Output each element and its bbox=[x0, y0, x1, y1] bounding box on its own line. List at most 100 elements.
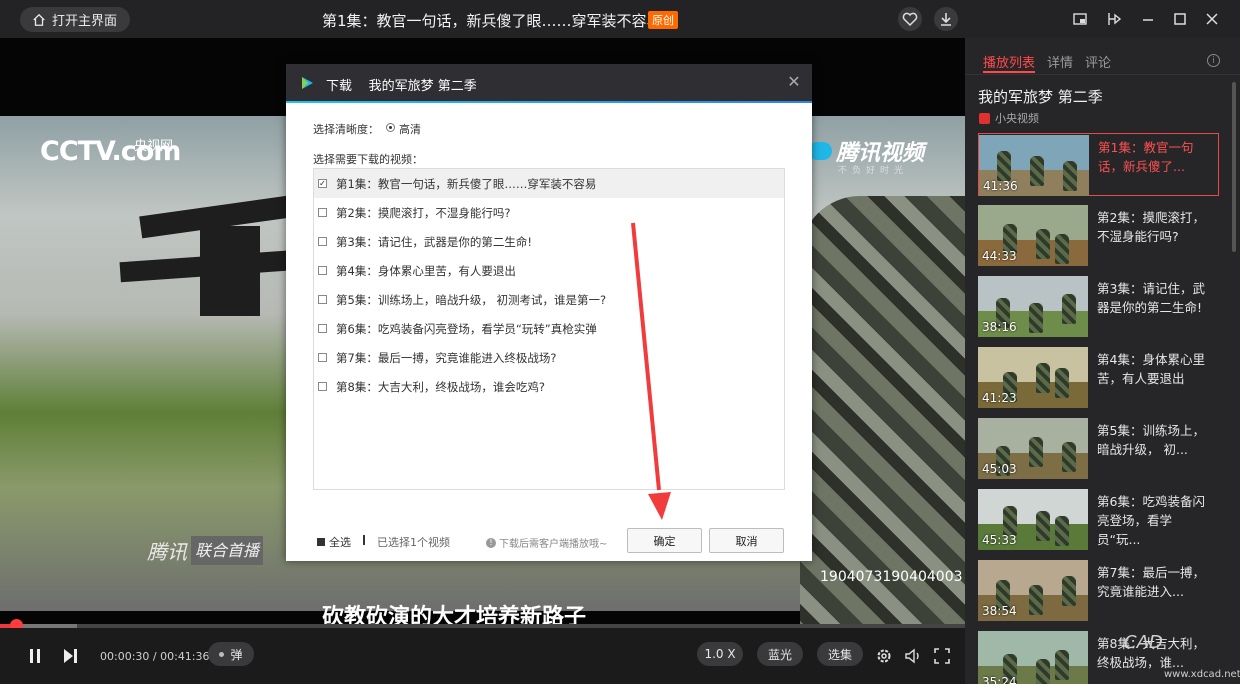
episode-thumbnail: 44:33 bbox=[978, 205, 1088, 266]
video-subtitle: 砍教砍演的大才培养新路子 bbox=[322, 605, 587, 625]
thumbnail-figure bbox=[1029, 585, 1043, 615]
checkbox-icon[interactable] bbox=[318, 353, 327, 362]
danmu-toggle[interactable]: 弹 bbox=[208, 642, 254, 666]
episode-row-label: 第8集：大吉大利，终极战场，谁会吃鸡? bbox=[336, 379, 545, 394]
watermark-url: www.xdcad.net bbox=[1164, 669, 1240, 680]
tencent-slogan: 不负好时光 bbox=[838, 166, 909, 176]
thumbnail-figure bbox=[1029, 437, 1043, 467]
cctv-logo-cn: 央视网 bbox=[134, 139, 174, 154]
premiere-logo: 腾讯 联合首播 bbox=[147, 536, 264, 565]
confirm-button[interactable]: 确定 bbox=[627, 528, 702, 553]
episode-row[interactable]: 第4集：身体累心里苦，有人要退出 bbox=[314, 256, 784, 285]
episode-row[interactable]: 第2集：摸爬滚打，不湿身能行吗? bbox=[314, 198, 784, 227]
download-dialog: 下载 我的军旅梦 第二季 ✕ 选择清晰度： 高清 选择需要下载的视频： ✓ 第1集… bbox=[286, 64, 812, 561]
current-time: 00:00:30 bbox=[100, 650, 150, 663]
checked-checkbox-icon[interactable]: ✓ bbox=[318, 179, 327, 188]
mini-mode-icon[interactable] bbox=[1068, 7, 1092, 31]
series-name: 我的军旅梦 第二季 bbox=[978, 88, 1103, 106]
open-home-label: 打开主界面 bbox=[52, 14, 118, 29]
hint-text: 下载后需客户端播放哦~ bbox=[499, 539, 608, 550]
episode-duration: 45:03 bbox=[982, 462, 1017, 476]
checkbox-icon[interactable] bbox=[318, 266, 327, 275]
pause-icon[interactable] bbox=[24, 645, 46, 667]
sidebar-tabs: 播放列表 详情 评论 bbox=[983, 52, 1111, 71]
maximize-icon[interactable] bbox=[1168, 7, 1192, 31]
minimize-icon[interactable] bbox=[1136, 7, 1160, 31]
player-window: 打开主界面 第1集：教官一句话，新兵傻了眼……穿军装不容易 原创 CCTV.co… bbox=[0, 0, 1240, 684]
active-tab-underline bbox=[983, 71, 1035, 73]
sidebar-episode-card[interactable]: 38:16 第3集：请记住，武器是你的第二生命! bbox=[978, 275, 1219, 338]
sidebar-episode-card[interactable]: 38:54 第7集：最后一搏，究竟谁能进入... bbox=[978, 559, 1219, 622]
close-icon[interactable] bbox=[1200, 7, 1224, 31]
tab-comments[interactable]: 评论 bbox=[1085, 52, 1111, 71]
tencent-video-icon bbox=[302, 77, 313, 89]
episode-row[interactable]: 第3集：请记住，武器是你的第二生命! bbox=[314, 227, 784, 256]
episode-row-label: 第3集：请记住，武器是你的第二生命! bbox=[336, 234, 532, 249]
episode-row[interactable]: 第7集：最后一搏，究竟谁能进入终极战场? bbox=[314, 343, 784, 372]
episode-duration: 44:33 bbox=[982, 249, 1017, 263]
source-icon bbox=[979, 112, 990, 124]
quality-button[interactable]: 蓝光 bbox=[757, 642, 803, 666]
next-episode-icon[interactable] bbox=[59, 645, 81, 667]
download-icon[interactable] bbox=[934, 7, 958, 31]
episode-thumbnail: 45:03 bbox=[978, 418, 1088, 479]
sidebar-scrollbar[interactable] bbox=[1232, 82, 1236, 252]
select-all-box-icon bbox=[317, 538, 325, 546]
sidebar-episode-title: 第1集：教官一句话，新兵傻了... bbox=[1098, 140, 1194, 174]
settings-gear-icon[interactable] bbox=[873, 645, 895, 667]
thumbnail-figure bbox=[1062, 442, 1076, 472]
thumbnail-figure bbox=[1055, 368, 1069, 398]
sidebar-episode-title: 第2集：摸爬滚打，不湿身能行吗? bbox=[1097, 210, 1205, 244]
sidebar-episode-card[interactable]: 41:36 第1集：教官一句话，新兵傻了... bbox=[978, 133, 1219, 196]
episode-row[interactable]: 第6集：吃鸡装备闪亮登场，看学员“玩转”真枪实弹 bbox=[314, 314, 784, 343]
favorite-icon[interactable] bbox=[898, 7, 922, 31]
info-icon[interactable]: i bbox=[1207, 54, 1220, 67]
tab-playlist[interactable]: 播放列表 bbox=[983, 52, 1035, 71]
checkbox-icon[interactable] bbox=[318, 295, 327, 304]
episode-list: ✓ 第1集：教官一句话，新兵傻了眼……穿军装不容易第2集：摸爬滚打，不湿身能行吗?… bbox=[313, 168, 785, 490]
checkbox-icon[interactable] bbox=[318, 237, 327, 246]
thumbnail-figure bbox=[1036, 363, 1050, 393]
pin-icon[interactable] bbox=[1102, 7, 1126, 31]
fullscreen-icon[interactable] bbox=[931, 645, 953, 667]
sidebar-episode-title: 第6集：吃鸡装备闪亮登场，看学员“玩... bbox=[1097, 494, 1205, 547]
sidebar-episode-title: 第5集：训练场上，暗战升级， 初... bbox=[1097, 423, 1205, 457]
open-home-button[interactable]: 打开主界面 bbox=[20, 7, 130, 32]
speed-button[interactable]: 1.0 X bbox=[697, 642, 743, 666]
checkbox-icon[interactable] bbox=[318, 324, 327, 333]
sidebar-episode-title: 第7集：最后一搏，究竟谁能进入... bbox=[1097, 565, 1205, 599]
episode-duration: 45:33 bbox=[982, 533, 1017, 547]
thumbnail-figure bbox=[1055, 234, 1069, 264]
episode-row[interactable]: 第8集：大吉大利，终极战场，谁会吃鸡? bbox=[314, 372, 784, 401]
episode-row-label: 第7集：最后一搏，究竟谁能进入终极战场? bbox=[336, 350, 557, 365]
sidebar-episode-card[interactable]: 41:23 第4集：身体累心里苦，有人要退出 bbox=[978, 346, 1219, 409]
dialog-close-icon[interactable]: ✕ bbox=[786, 72, 802, 91]
episode-duration: 41:23 bbox=[982, 391, 1017, 405]
select-all-checkbox[interactable]: 全选 bbox=[317, 534, 351, 550]
dialog-header: 下载 我的军旅梦 第二季 ✕ bbox=[286, 64, 812, 101]
volume-icon[interactable] bbox=[902, 645, 924, 667]
episode-duration: 35:24 bbox=[982, 675, 1017, 684]
episode-row[interactable]: 第5集：训练场上，暗战升级， 初测考试，谁是第一? bbox=[314, 285, 784, 314]
episode-row[interactable]: ✓ 第1集：教官一句话，新兵傻了眼……穿军装不容易 bbox=[314, 169, 784, 198]
dialog-accent-bar bbox=[286, 101, 812, 103]
sidebar-episode-card[interactable]: 45:03 第5集：训练场上，暗战升级， 初... bbox=[978, 417, 1219, 480]
soldier-figure bbox=[800, 196, 965, 625]
playback-hint: ! 下载后需客户端播放哦~ bbox=[486, 535, 607, 550]
watermark-logo: CAD bbox=[1124, 632, 1163, 653]
cancel-button[interactable]: 取消 bbox=[709, 528, 784, 553]
sidebar-episode-card[interactable]: 44:33 第2集：摸爬滚打，不湿身能行吗? bbox=[978, 204, 1219, 267]
checkbox-icon[interactable] bbox=[318, 208, 327, 217]
rifle-body bbox=[200, 226, 260, 316]
episodes-button[interactable]: 选集 bbox=[817, 642, 863, 666]
tab-details[interactable]: 详情 bbox=[1047, 52, 1073, 71]
episode-thumbnail: 41:23 bbox=[978, 347, 1088, 408]
select-all-label: 全选 bbox=[329, 536, 351, 549]
episode-row-label: 第1集：教官一句话，新兵傻了眼……穿军装不容易 bbox=[336, 176, 597, 191]
quality-radio[interactable] bbox=[386, 123, 395, 132]
dialog-title: 下载 我的军旅梦 第二季 bbox=[326, 75, 477, 94]
sidebar-episode-card[interactable]: 45:33 第6集：吃鸡装备闪亮登场，看学员“玩... bbox=[978, 488, 1219, 551]
home-icon bbox=[33, 13, 45, 26]
thumbnail-figure bbox=[1029, 303, 1043, 333]
checkbox-icon[interactable] bbox=[318, 382, 327, 391]
